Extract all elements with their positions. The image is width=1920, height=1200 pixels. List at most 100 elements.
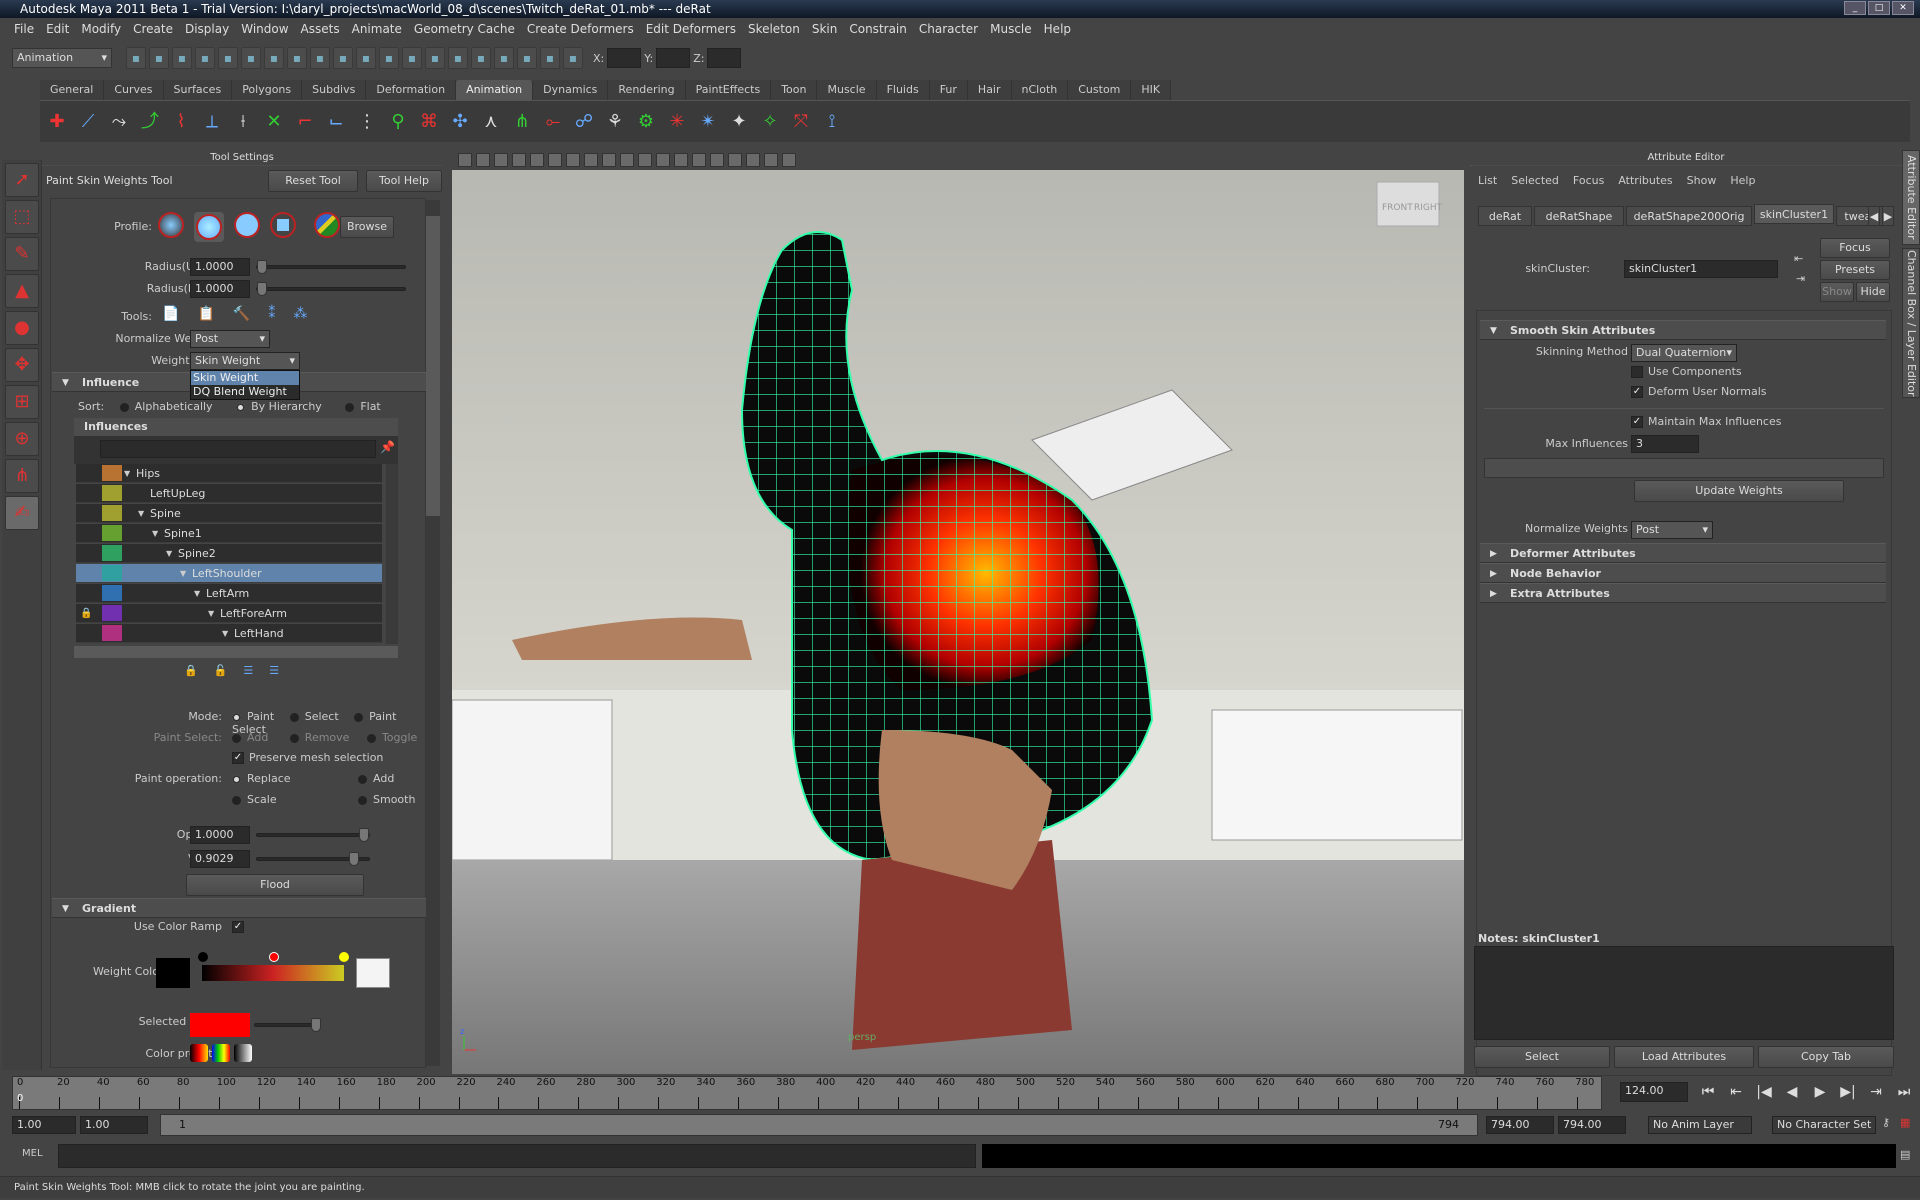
playback-start-field[interactable]: 1.00 <box>80 1116 148 1134</box>
mel-input[interactable] <box>58 1144 976 1168</box>
shelf-tab-curves[interactable]: Curves <box>104 80 164 100</box>
shelf-tab-rendering[interactable]: Rendering <box>608 80 686 100</box>
play-forward-button[interactable]: ▶ <box>1810 1082 1830 1102</box>
detach-skin-icon[interactable]: ✣ <box>447 107 473 137</box>
save-scene-icon[interactable]: ▪ <box>172 47 192 69</box>
mel-label[interactable]: MEL <box>22 1148 43 1159</box>
ae-tab-skincluster1[interactable]: skinCluster1 <box>1754 204 1834 224</box>
interactive-bind-icon[interactable]: ⌘ <box>416 107 442 137</box>
go-to-end-button[interactable]: ⏭ <box>1894 1082 1914 1102</box>
ae-menu-selected[interactable]: Selected <box>1511 174 1559 187</box>
menu-geometry-cache[interactable]: Geometry Cache <box>408 18 521 40</box>
go-to-start-button[interactable]: ⏮ <box>1698 1082 1718 1102</box>
preset-grayscale-icon[interactable] <box>234 1044 252 1062</box>
extra-attributes-section[interactable]: Extra Attributes <box>1480 583 1886 604</box>
influence-row[interactable]: ▼ Hips <box>76 464 382 483</box>
influence-color-swatch[interactable] <box>102 545 122 561</box>
weight-color-ramp[interactable] <box>202 965 344 981</box>
ae-tab-deratshape200orig[interactable]: deRatShape200Orig <box>1626 206 1752 226</box>
mirror-joint-icon[interactable]: ⟂ <box>199 107 225 137</box>
channel-box-tab[interactable]: Channel Box / Layer Editor <box>1902 248 1920 398</box>
time-slider[interactable]: 0 20 40 60 80 100 120 140 160 180 200 220 240 260 280 3… <box>12 1076 1602 1110</box>
tab-scroll-left-icon[interactable]: ◀ <box>1868 206 1880 226</box>
focus-button[interactable]: Focus <box>1820 238 1890 258</box>
remove-joint-icon[interactable]: ✕ <box>261 107 287 137</box>
snap-grid-icon[interactable]: ▪ <box>287 47 307 69</box>
paint-select-toggle-radio[interactable]: Toggle <box>366 731 417 744</box>
uv-editor-icon[interactable]: ▪ <box>540 47 560 69</box>
ae-menu-list[interactable]: List <box>1478 174 1497 187</box>
profile-image-icon[interactable] <box>314 212 340 238</box>
shelf-tab-painteffects[interactable]: PaintEffects <box>685 80 772 100</box>
shelf-tab-dynamics[interactable]: Dynamics <box>533 80 609 100</box>
lock-weights-icon[interactable]: 🔒 <box>184 664 198 677</box>
menu-modify[interactable]: Modify <box>75 18 127 40</box>
sort-hierarchy-radio[interactable]: By Hierarchy <box>236 400 322 413</box>
browse-button[interactable]: Browse <box>340 216 394 238</box>
lasso-tool-icon[interactable]: ⬚ <box>5 200 39 234</box>
menu-skeleton[interactable]: Skeleton <box>742 18 806 40</box>
move-tool-icon[interactable]: ▲ <box>5 274 39 308</box>
render-icon[interactable]: ▪ <box>448 47 468 69</box>
attribute-editor-tab[interactable]: Attribute Editor <box>1902 150 1920 245</box>
use-lights-icon[interactable] <box>656 153 670 167</box>
add-influence-icon[interactable]: ⚘ <box>602 107 628 137</box>
node-behavior-section[interactable]: Node Behavior <box>1480 563 1886 584</box>
profile-solid-icon[interactable] <box>234 212 260 238</box>
tab-scroll-right-icon[interactable]: ▶ <box>1882 206 1894 226</box>
scale-constraint-icon[interactable]: ✧ <box>757 107 783 137</box>
xray-icon[interactable] <box>692 153 706 167</box>
profile-square-icon[interactable] <box>270 212 296 238</box>
menu-create[interactable]: Create <box>127 18 179 40</box>
presets-button[interactable]: Presets <box>1820 260 1890 280</box>
parent-constraint-icon[interactable]: ⤧ <box>788 107 814 137</box>
ipr-render-icon[interactable]: ▪ <box>471 47 491 69</box>
image-plane-icon[interactable] <box>512 153 526 167</box>
paint-select-tool-icon[interactable]: ✎ <box>5 237 39 271</box>
select-object-icon[interactable]: ▪ <box>218 47 238 69</box>
ramp-handle-black[interactable] <box>198 952 208 962</box>
gradient-section-header[interactable]: Gradient <box>52 898 426 919</box>
paint-op-scale-radio[interactable]: Scale <box>232 793 277 806</box>
shelf-tab-muscle[interactable]: Muscle <box>817 80 877 100</box>
snap-point-icon[interactable]: ▪ <box>333 47 353 69</box>
textured-icon[interactable] <box>638 153 652 167</box>
step-forward-key-button[interactable]: ⇥ <box>1866 1082 1886 1102</box>
paint-select-add-radio[interactable]: Add <box>232 731 268 744</box>
select-hierarchy-icon[interactable]: ▪ <box>195 47 215 69</box>
influence-color-swatch[interactable] <box>102 485 122 501</box>
smooth-skin-section-header[interactable]: Smooth Skin Attributes <box>1480 320 1886 341</box>
select-tool-icon[interactable]: ➚ <box>5 163 39 197</box>
aim-constraint-icon[interactable]: ✴ <box>695 107 721 137</box>
help-icon[interactable]: ▪ <box>402 47 422 69</box>
remove-influence-icon[interactable]: ⚙ <box>633 107 659 137</box>
ik-spline-icon[interactable]: ⤴ <box>137 107 163 137</box>
opacity-slider[interactable] <box>256 828 370 842</box>
ae-menu-show[interactable]: Show <box>1687 174 1717 187</box>
menu-edit-deformers[interactable]: Edit Deformers <box>640 18 742 40</box>
expand-arrow-icon[interactable]: ▼ <box>166 544 172 563</box>
connect-joint-icon[interactable]: ⌐ <box>292 107 318 137</box>
menu-animate[interactable]: Animate <box>346 18 408 40</box>
paint-select-remove-radio[interactable]: Remove <box>289 731 349 744</box>
influence-color-swatch[interactable] <box>102 505 122 521</box>
new-scene-icon[interactable]: ▪ <box>126 47 146 69</box>
menu-assets[interactable]: Assets <box>295 18 346 40</box>
script-editor-icon[interactable]: ▤ <box>1900 1148 1910 1161</box>
influence-row[interactable]: ▼ LeftHand <box>76 624 382 643</box>
paint-op-add-radio[interactable]: Add <box>358 772 394 785</box>
value-field[interactable]: 0.9029 <box>190 850 250 868</box>
expand-arrow-icon[interactable]: ▼ <box>124 464 130 483</box>
opacity-field[interactable]: 1.0000 <box>190 826 250 844</box>
tool-settings-scrollbar[interactable] <box>426 200 440 1066</box>
frame-selected-icon[interactable] <box>782 153 796 167</box>
point-constraint-icon[interactable]: ✳ <box>664 107 690 137</box>
joint-tool-icon[interactable]: ⟋ <box>75 107 101 137</box>
menu-character[interactable]: Character <box>913 18 984 40</box>
influence-row[interactable]: 🔒 ▼ LeftForeArm <box>76 604 382 623</box>
expand-arrow-icon[interactable]: ▼ <box>194 584 200 603</box>
sort-alphabetically-radio[interactable]: Alphabetically <box>119 400 213 413</box>
soft-mod-tool-icon[interactable]: ⊕ <box>5 422 39 456</box>
grid-icon[interactable] <box>530 153 544 167</box>
viewport-persp[interactable]: FRONT RIGHT persp z <box>452 150 1464 1074</box>
